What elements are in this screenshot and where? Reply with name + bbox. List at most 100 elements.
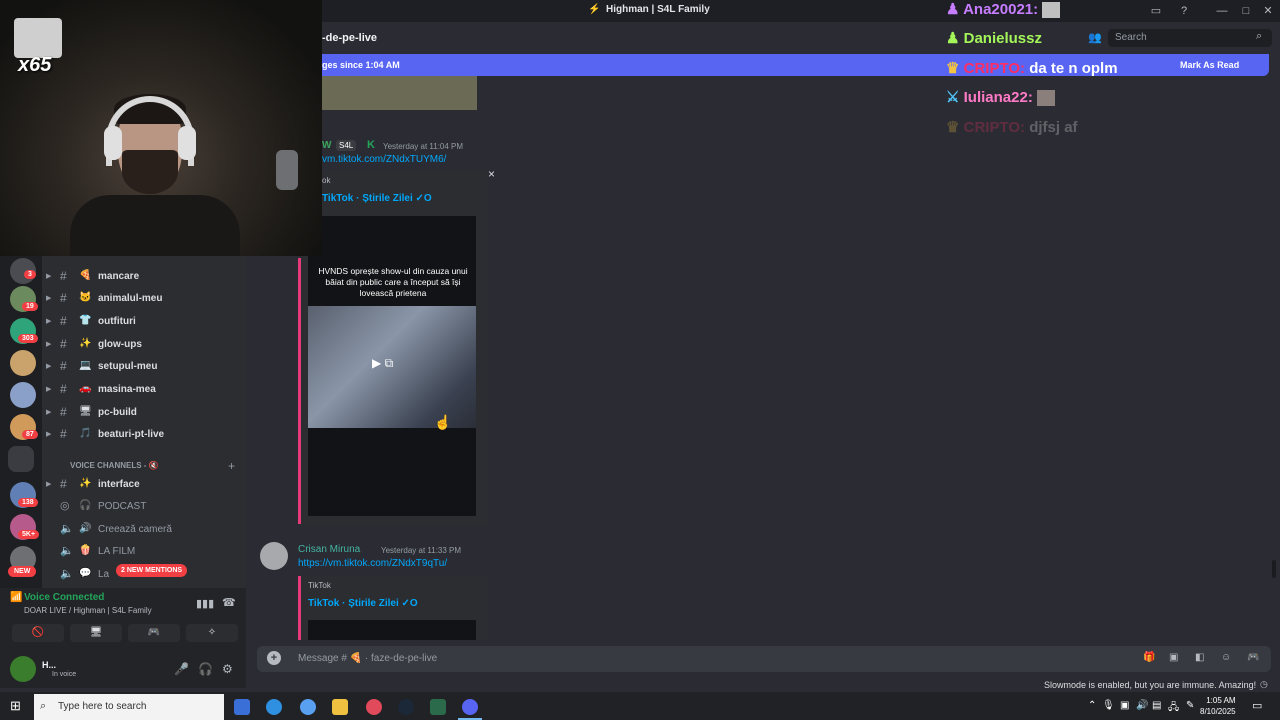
- server-icon[interactable]: [10, 382, 36, 408]
- channel-item[interactable]: ▶ # 👕 outfituri: [46, 312, 242, 332]
- voice-connected-title[interactable]: Voice Connected: [24, 592, 104, 603]
- message2-link[interactable]: https://vm.tiktok.com/ZNdxT9qTu/: [298, 558, 447, 569]
- microphone: [276, 150, 298, 190]
- channel-label: LA FILM: [98, 546, 136, 557]
- chat-user: Ana20021:: [963, 1, 1039, 18]
- attach-plus-icon[interactable]: +: [267, 651, 281, 665]
- channel-item[interactable]: ▶ # ✨ glow-ups: [46, 335, 242, 355]
- tray-mic-icon[interactable]: 🎙: [1102, 700, 1115, 711]
- channel-item[interactable]: ▶ # 🖥 pc-build: [46, 403, 242, 423]
- close-embed-icon[interactable]: ×: [488, 167, 495, 181]
- gift-icon[interactable]: 🎁: [1143, 652, 1155, 663]
- settings-gear-icon[interactable]: ⚙: [222, 662, 233, 676]
- composer-placeholder: Message # 🍕 · faze-de-pe-live: [298, 653, 438, 664]
- file-explorer-icon[interactable]: [332, 699, 348, 715]
- tray-app-icon[interactable]: ▣: [1120, 700, 1129, 711]
- slowmode-notice: Slowmode is enabled, but you are immune.…: [1044, 680, 1257, 690]
- apps-icon[interactable]: 🎮: [1247, 652, 1259, 663]
- soundboard-button[interactable]: ✧: [186, 624, 238, 642]
- voice-channel-item[interactable]: 🔈 🍿 LA FILM: [46, 542, 242, 562]
- play-icon[interactable]: ▶ ⧉: [372, 356, 412, 376]
- chevron-right-icon: ▶: [46, 341, 52, 348]
- channel-item[interactable]: ▶ # 💻 setupul-meu: [46, 357, 242, 377]
- chat-crown-icon: ♛: [946, 119, 960, 136]
- chat-user: CRIPTO:: [963, 119, 1026, 136]
- volume-icon[interactable]: 🔊: [1136, 700, 1148, 711]
- browser-icon[interactable]: [366, 699, 382, 715]
- message1-author[interactable]: W: [322, 140, 331, 151]
- embed-accent-bar: [298, 576, 301, 640]
- user-status: In voice: [52, 671, 77, 678]
- message2-author[interactable]: Crisan Miruna: [298, 544, 360, 555]
- voice-channel-item[interactable]: 🔈 🔊 Creează cameră: [46, 520, 242, 540]
- voice-connected-channel[interactable]: DOAR LIVE / Highman | S4L Family: [24, 606, 152, 615]
- emoji-icon[interactable]: ☺: [1221, 652, 1231, 663]
- speaker-icon: 🔈: [60, 568, 74, 580]
- message1-link[interactable]: vm.tiktok.com/ZNdxTUYM6/: [322, 154, 446, 165]
- server-icon[interactable]: [8, 446, 34, 472]
- voice-channel-item[interactable]: ▶ # ✨ interface: [46, 475, 242, 495]
- cursor-icon: ☝: [434, 414, 452, 430]
- add-channel-icon[interactable]: +: [228, 459, 235, 473]
- chat-badge-icon: ♟: [946, 1, 960, 18]
- channel-item[interactable]: ▶ # 🐱 animalul-meu: [46, 289, 242, 309]
- message-composer[interactable]: + Message # 🍕 · faze-de-pe-live 🎁 ▣ ◧ ☺ …: [257, 646, 1271, 672]
- channel-name: -de-pe-live: [322, 32, 378, 44]
- noise-suppression-icon[interactable]: ▮▮▮: [196, 597, 214, 610]
- message1-embed-title[interactable]: TikTok · Știrile Zilei ✓O: [322, 193, 432, 204]
- new-mentions-pill[interactable]: 2 NEW MENTIONS: [116, 564, 188, 577]
- tray-icon[interactable]: ▤: [1152, 700, 1161, 711]
- video-player[interactable]: [308, 620, 476, 640]
- copilot-icon[interactable]: [266, 699, 282, 715]
- activities-button[interactable]: 🎮: [128, 624, 180, 642]
- app-icon[interactable]: [430, 699, 446, 715]
- message2-timestamp: Yesterday at 11:33 PM: [381, 546, 462, 555]
- channel-item[interactable]: ▶ # 🍕 mancare: [46, 267, 242, 287]
- banner-text: ges since 1:04 AM: [322, 60, 400, 70]
- mute-icon[interactable]: 🎤: [174, 662, 189, 676]
- edge-icon[interactable]: [300, 699, 316, 715]
- network-icon[interactable]: 🖧: [1168, 700, 1179, 717]
- server-icon[interactable]: [10, 350, 36, 376]
- hash-icon: #: [60, 382, 67, 396]
- video-toggle-button[interactable]: 🚫: [12, 624, 64, 642]
- voice-channels-header[interactable]: VOICE CHANNELS - 🔇: [70, 461, 159, 470]
- user-name[interactable]: H...: [42, 660, 56, 670]
- channel-item[interactable]: ▶ # 🎵 beaturi-pt-live: [46, 425, 242, 445]
- notifications-icon[interactable]: ▭: [1252, 699, 1262, 712]
- gif-icon[interactable]: ▣: [1169, 652, 1178, 663]
- pen-icon[interactable]: ✎: [1186, 700, 1194, 711]
- steam-icon[interactable]: [398, 699, 414, 715]
- windows-start-icon[interactable]: ⊞: [10, 698, 21, 714]
- message2-avatar[interactable]: [260, 542, 288, 570]
- chevron-right-icon: ▶: [46, 409, 52, 416]
- message2-embed-title[interactable]: TikTok · Știrile Zilei ✓O: [308, 598, 418, 609]
- taskbar-clock[interactable]: 1:05 AM 8/10/2025: [1200, 695, 1236, 717]
- kick-icon: K: [367, 139, 375, 151]
- server-badge: 3: [24, 270, 36, 279]
- previous-embed-image[interactable]: [322, 76, 477, 110]
- screen-share-button[interactable]: 🖥: [70, 624, 122, 642]
- chat-user: Danielussz: [963, 30, 1042, 47]
- channel-label: outfituri: [98, 316, 136, 327]
- channel-emoji: 🖥: [79, 406, 92, 417]
- headphone-left: [104, 126, 122, 160]
- chat-line: ⚔ Iuliana22:: [946, 88, 1055, 107]
- user-avatar[interactable]: [10, 656, 36, 682]
- channel-label: animalul-meu: [98, 293, 163, 304]
- disconnect-icon[interactable]: ☎: [222, 596, 236, 609]
- sticker-icon[interactable]: ◧: [1195, 652, 1204, 663]
- task-view-icon[interactable]: [234, 699, 250, 715]
- voice-channel-item[interactable]: ◎ 🎧 PODCAST: [46, 497, 242, 517]
- signal-icon[interactable]: 📶: [10, 592, 22, 603]
- taskbar-search[interactable]: ⌕ Type here to search: [34, 694, 224, 720]
- multiplier-image: [14, 18, 62, 58]
- channel-label: interface: [98, 479, 140, 490]
- channel-item[interactable]: ▶ # 🚗 masina-mea: [46, 380, 242, 400]
- scrollbar-thumb[interactable]: [1272, 560, 1276, 578]
- discord-icon[interactable]: [462, 699, 478, 715]
- channel-emoji: 🎵: [79, 428, 92, 439]
- deafen-icon[interactable]: 🎧: [198, 662, 213, 676]
- chat-line: ♟ Danielussz: [946, 29, 1042, 47]
- tray-chevron-icon[interactable]: ⌃: [1088, 700, 1096, 711]
